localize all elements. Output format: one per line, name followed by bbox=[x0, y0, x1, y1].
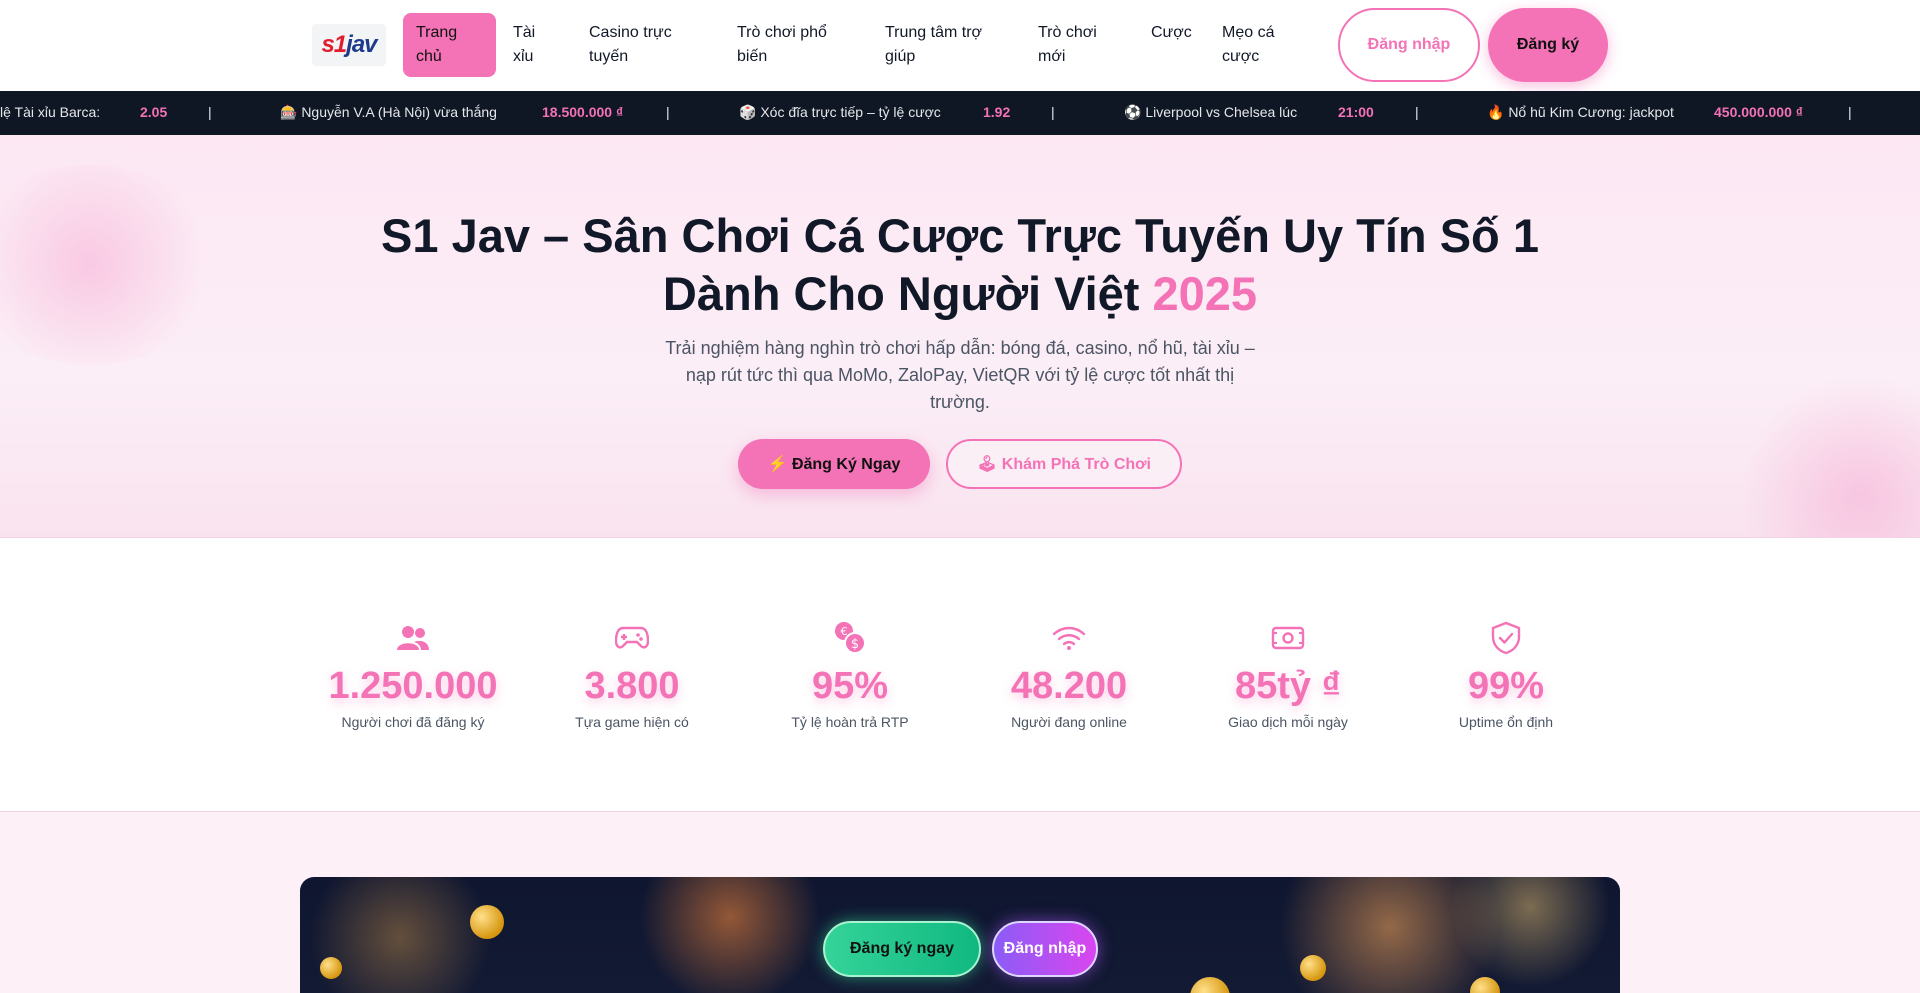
stat-item: 1.250.000 Người chơi đã đăng ký bbox=[313, 620, 513, 730]
hero-title-year: 2025 bbox=[1152, 267, 1258, 320]
ticker-value: 450.000.000 ₫ bbox=[1714, 104, 1803, 120]
stat-item: € $ 95% Tỷ lệ hoàn trả RTP bbox=[750, 620, 950, 730]
ticker-separator: | bbox=[666, 104, 670, 120]
ticker-text: lệ Tài xỉu Barca: bbox=[0, 104, 101, 120]
ticker-value: 21:00 bbox=[1338, 104, 1374, 120]
stat-item: 48.200 Người đang online bbox=[969, 620, 1169, 730]
stat-item: 85tỷ ₫ Giao dịch mỗi ngày bbox=[1188, 620, 1388, 730]
coin-image bbox=[1470, 977, 1500, 993]
svg-text:$: $ bbox=[851, 637, 859, 652]
stat-value: 1.250.000 bbox=[328, 665, 498, 707]
hero-section: S1 Jav – Sân Chơi Cá Cược Trực Tuyến Uy … bbox=[0, 135, 1920, 538]
ticker-text: 🔥 Nổ hũ Kim Cương: jackpot bbox=[1487, 104, 1674, 120]
nav-item-bet[interactable]: Cược bbox=[1138, 13, 1208, 53]
ticker-value: 18.500.000 ₫ bbox=[542, 104, 624, 120]
coin-image bbox=[1190, 977, 1230, 993]
stat-label: Uptime ổn định bbox=[1458, 714, 1554, 730]
nav-item-casino[interactable]: Casino trực tuyến bbox=[576, 13, 716, 77]
ticker-value: 1.92 bbox=[983, 104, 1011, 120]
login-button[interactable]: Đăng nhập bbox=[1338, 8, 1480, 82]
coin-image bbox=[470, 905, 504, 939]
coin-image bbox=[1300, 955, 1326, 981]
coin-image bbox=[320, 957, 342, 979]
ticker-separator: | bbox=[1051, 104, 1055, 120]
banner-login-button[interactable]: Đăng nhập bbox=[992, 921, 1098, 977]
news-ticker: lệ Tài xỉu Barca: 2.05 | 🎰 Nguyễn V.A (H… bbox=[0, 91, 1920, 135]
hero-subtitle: Trải nghiệm hàng nghìn trò chơi hấp dẫn:… bbox=[665, 338, 1255, 412]
hero-title: S1 Jav – Sân Chơi Cá Cược Trực Tuyến Uy … bbox=[360, 207, 1560, 323]
nav-item-popular-games[interactable]: Trò chơi phổ biến bbox=[724, 13, 854, 77]
stat-item: 99% Uptime ổn định bbox=[1406, 620, 1606, 730]
ticker-value: 2.05 bbox=[140, 104, 168, 120]
banner-register-button[interactable]: Đăng ký ngay bbox=[823, 921, 981, 977]
stat-label: Người chơi đã đăng ký bbox=[341, 714, 485, 730]
ticker-separator: | bbox=[1848, 104, 1852, 120]
ticker-separator: | bbox=[208, 104, 212, 120]
stat-label: Tỷ lệ hoàn trả RTP bbox=[791, 714, 909, 730]
nav-item-home[interactable]: Trang chủ bbox=[403, 13, 496, 77]
register-now-button[interactable]: ⚡ Đăng Ký Ngay bbox=[738, 439, 930, 489]
stat-label: Người đang online bbox=[1011, 714, 1127, 730]
nav-item-tai-xiu[interactable]: Tài xỉu bbox=[500, 13, 562, 77]
shield-check-icon bbox=[1406, 620, 1606, 656]
stat-value: 48.200 bbox=[1010, 665, 1128, 707]
coins-icon: € $ bbox=[750, 620, 950, 656]
stat-value: 99% bbox=[1467, 665, 1545, 707]
ticker-text: ⚽ Liverpool vs Chelsea lúc bbox=[1124, 104, 1298, 120]
nav-item-help-center[interactable]: Trung tâm trợ giúp bbox=[872, 13, 1012, 77]
decorative-glow bbox=[1740, 375, 1920, 537]
promo-banner: Đăng ký ngay Đăng nhập bbox=[300, 877, 1620, 993]
hero-title-main: S1 Jav – Sân Chơi Cá Cược Trực Tuyến Uy … bbox=[381, 209, 1539, 320]
decorative-glow bbox=[0, 165, 220, 365]
site-header: s1 jav Trang chủ Tài xỉu Casino trực tuyế… bbox=[0, 0, 1920, 91]
ticker-separator: | bbox=[1415, 104, 1419, 120]
stat-value: 3.800 bbox=[584, 665, 680, 707]
gamepad-icon bbox=[532, 620, 732, 656]
stat-label: Tựa game hiện có bbox=[575, 714, 689, 730]
users-icon bbox=[313, 620, 513, 656]
explore-games-button[interactable]: 🕹 Khám Phá Trò Chơi bbox=[946, 439, 1182, 489]
ticker-text: 🎲 Xóc đĩa trực tiếp – tỷ lệ cược bbox=[739, 104, 941, 120]
svg-text:€: € bbox=[841, 625, 848, 638]
stats-section: 1.250.000 Người chơi đã đăng ký 3.800 Tự… bbox=[0, 538, 1920, 812]
stat-value: 85tỷ ₫ bbox=[1234, 665, 1342, 707]
logo-text-jav: jav bbox=[346, 31, 377, 58]
stat-label: Giao dịch mỗi ngày bbox=[1228, 714, 1348, 730]
nav-item-new-games[interactable]: Trò chơi mới bbox=[1025, 13, 1125, 77]
logo-text-s1: s1 bbox=[321, 31, 347, 58]
logo[interactable]: s1 jav bbox=[312, 24, 386, 66]
money-icon bbox=[1188, 620, 1388, 656]
nav-item-betting-tips[interactable]: Mẹo cá cược bbox=[1209, 13, 1309, 77]
wifi-icon bbox=[969, 620, 1169, 656]
stat-value: 95% bbox=[811, 665, 889, 707]
register-button[interactable]: Đăng ký bbox=[1488, 8, 1608, 82]
stat-item: 3.800 Tựa game hiện có bbox=[532, 620, 732, 730]
ticker-text: 🎰 Nguyễn V.A (Hà Nội) vừa thắng bbox=[280, 104, 497, 120]
